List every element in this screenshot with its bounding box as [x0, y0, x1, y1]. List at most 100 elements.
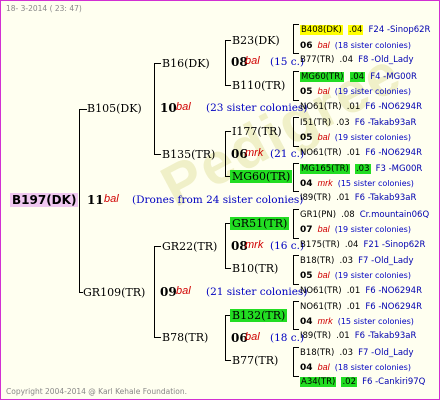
- gen4-ancestor: F6 -Cankiri97Q: [362, 377, 426, 387]
- gen4-queen[interactable]: B77(TR): [300, 55, 334, 65]
- connector: [79, 109, 80, 293]
- gen1-queen[interactable]: GR109(TR): [83, 287, 145, 298]
- connector: [225, 40, 231, 41]
- gen3-queen[interactable]: MG60(TR): [230, 170, 293, 183]
- connector: [225, 315, 226, 361]
- gen4-row: 05 bal (19 sister colonies): [300, 127, 411, 143]
- connector: [225, 40, 226, 86]
- connector: [154, 246, 161, 247]
- connector: [293, 301, 294, 330]
- connector: [293, 146, 299, 147]
- gen1-breeder: bal: [176, 285, 191, 297]
- connector: [79, 109, 87, 110]
- connector: [225, 85, 231, 86]
- gen4-queen[interactable]: B408(DK): [300, 25, 343, 35]
- gen4-row: I89(TR) .01 F6 -Takab93aR: [300, 325, 416, 341]
- connector: [293, 163, 299, 164]
- connector: [293, 255, 299, 256]
- gen2-queen[interactable]: B16(DK): [162, 58, 210, 69]
- connector: [293, 329, 299, 330]
- gen4-queen[interactable]: NO61(TR): [300, 286, 342, 296]
- gen4-row: A34(TR) .02 F6 -Cankiri97Q: [300, 371, 425, 387]
- connector: [225, 223, 226, 269]
- connector: [225, 268, 231, 269]
- connector: [293, 100, 299, 101]
- gen4-row: NO61(TR) .01 F6 -NO6294R: [300, 96, 422, 112]
- connector: [293, 163, 294, 192]
- connector: [154, 246, 155, 338]
- gen3-queen[interactable]: B110(TR): [232, 80, 285, 91]
- gen4-ancestor: F6 -Takab93aR: [354, 331, 417, 341]
- connector: [293, 71, 294, 101]
- root-note: (Drones from 24 sister colonies): [132, 194, 304, 206]
- gen4-row: NO61(TR) .01 F6 -NO6294R: [300, 296, 422, 312]
- gen3-queen[interactable]: B10(TR): [232, 263, 278, 274]
- gen3-queen[interactable]: B132(TR): [230, 309, 288, 322]
- gen3-queen[interactable]: B77(TR): [232, 355, 278, 366]
- gen1-sisters: (21 sister colonies): [206, 286, 308, 298]
- gen4-queen[interactable]: A34(TR): [300, 377, 337, 387]
- gen2-sisters: (15 c.): [270, 56, 305, 68]
- gen2-queen[interactable]: GR22(TR): [162, 241, 217, 252]
- connector: [293, 347, 294, 377]
- gen1-breeder: bal: [176, 101, 191, 113]
- gen2-sisters: (18 c.): [270, 332, 305, 344]
- gen3-queen[interactable]: I177(TR): [232, 126, 282, 137]
- connector: [293, 209, 294, 239]
- connector: [225, 131, 231, 132]
- connector: [293, 24, 294, 54]
- gen4-ancestor: F21 -Sinop62R: [363, 240, 426, 250]
- pedigree-frame: Pedigree 18- 3-2014 ( 23: 47) B197(DK) 1…: [0, 0, 440, 400]
- gen4-breeder: bal: [317, 132, 330, 142]
- gen4-queen[interactable]: I89(TR): [300, 193, 331, 203]
- gen4-sisters: (19 sister colonies): [334, 225, 411, 234]
- gen2-breeder: mrk: [245, 239, 264, 251]
- connector: [154, 337, 161, 338]
- gen4-ancestor: F6 -NO6294R: [365, 102, 422, 112]
- gen4-row: B408(DK) .04 F24 -Sinop62R: [300, 19, 430, 35]
- connector: [293, 284, 299, 285]
- gen4-queen[interactable]: NO61(TR): [300, 148, 342, 158]
- gen4-row: GR1(PN) .08 Cr.mountain06Q: [300, 204, 429, 220]
- gen2-breeder: bal: [245, 55, 260, 67]
- copyright: Copyright 2004-2014 @ Karl Kehale Founda…: [6, 387, 187, 396]
- gen4-value: .02: [341, 377, 357, 387]
- root-num: 11: [87, 193, 104, 207]
- gen4-row: B175(TR) .04 F21 -Sinop62R: [300, 234, 425, 250]
- connector: [293, 117, 299, 118]
- gen3-queen[interactable]: GR51(TR): [230, 217, 290, 230]
- connector: [293, 209, 299, 210]
- connector: [154, 63, 161, 64]
- connector: [293, 191, 299, 192]
- gen4-value: .04: [347, 25, 364, 35]
- connector: [293, 71, 299, 72]
- gen4-ancestor: F24 -Sinop62R: [368, 25, 431, 35]
- gen2-queen[interactable]: B135(TR): [162, 149, 215, 160]
- gen2-sisters: (16 c.): [270, 240, 305, 252]
- gen4-breeder: bal: [317, 270, 330, 280]
- connector: [225, 131, 226, 177]
- gen4-breeder: bal: [317, 224, 330, 234]
- connector: [154, 63, 155, 155]
- connector: [293, 238, 299, 239]
- connector: [225, 360, 231, 361]
- gen4-queen[interactable]: I89(TR): [300, 331, 331, 341]
- gen1-num: 09: [160, 285, 177, 299]
- gen4-row: 05 bal (19 sister colonies): [300, 265, 411, 281]
- gen1-num: 10: [160, 101, 177, 115]
- gen4-row: MG165(TR) .03 F3 -MG00R: [300, 158, 422, 174]
- connector: [293, 24, 299, 25]
- gen4-breeder: bal: [317, 86, 330, 96]
- gen4-ancestor: F6 -Takab93aR: [354, 193, 417, 203]
- connector: [293, 117, 294, 147]
- gen2-queen[interactable]: B78(TR): [162, 332, 208, 343]
- gen3-queen[interactable]: B23(DK): [232, 35, 280, 46]
- gen4-row: B77(TR) .04 F8 -Old_Lady: [300, 49, 413, 65]
- root-breeder: bal: [104, 193, 119, 205]
- gen1-queen[interactable]: B105(DK): [87, 103, 142, 114]
- root-queen[interactable]: B197(DK): [10, 193, 79, 207]
- connector: [293, 347, 299, 348]
- gen2-breeder: mrk: [245, 147, 264, 159]
- date-stamp: 18- 3-2014 ( 23: 47): [6, 4, 82, 13]
- gen2-sisters: (21 c.): [270, 148, 305, 160]
